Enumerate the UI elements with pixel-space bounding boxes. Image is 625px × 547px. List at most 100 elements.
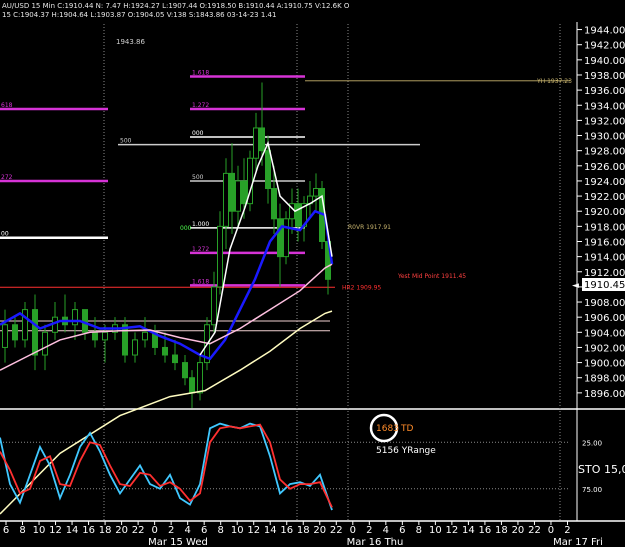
x-tick-label: 16 [280, 525, 293, 536]
x-tick-label: 12 [446, 525, 459, 536]
y-tick-label: 1934.00 [584, 101, 625, 112]
x-tick-label: 8 [217, 525, 223, 536]
fib-level-label: 1.618 [192, 69, 209, 76]
x-tick-label: 8 [416, 525, 422, 536]
x-tick-label: 14 [462, 525, 475, 536]
annotation-label: 000 [180, 225, 192, 232]
candle-body [102, 331, 108, 341]
candle-body [295, 203, 301, 227]
grid-layer [0, 22, 625, 522]
y-tick-label: 1928.00 [584, 147, 625, 158]
y-tick-label: 1896.00 [584, 389, 625, 400]
candle-body [217, 225, 223, 288]
annotation-label: HR2 1909.95 [342, 284, 381, 291]
x-tick-label: 20 [512, 525, 525, 536]
candle-body [313, 188, 319, 197]
sto-indicator-value: 15,0 [604, 463, 625, 476]
fib-level-label: 1.618 [192, 278, 209, 285]
sto-indicator-label: STO [578, 463, 601, 476]
top-price-label: 1943.86 [116, 38, 145, 46]
fib-level-label: 500 [120, 138, 132, 145]
candle-body [283, 218, 289, 258]
y-tick-label: 1944.00 [584, 26, 625, 37]
candle-body [22, 309, 28, 341]
candle-body [142, 331, 148, 341]
header-line-1: AU/USD 15 Min C:1910.44 N: 7.47 H:1924.2… [2, 2, 350, 10]
chart-window: 1.618 1.272 000 500 500 1.000 1.272 1.618 618 272… [0, 0, 625, 547]
yrange-label: 5156 YRange [376, 446, 436, 456]
y-tick-label: 1924.00 [584, 177, 625, 188]
fib-level-label: 500 [192, 174, 204, 181]
y-tick-label: 1902.00 [584, 343, 625, 354]
sto-tick-label: 75.00 [582, 486, 602, 494]
x-tick-label: 20 [115, 525, 128, 536]
annotation-label: YH 1937.23 [536, 78, 572, 85]
x-tick-label: 6 [399, 525, 405, 536]
x-tick-label: 8 [19, 525, 25, 536]
x-tick-label: 20 [313, 525, 326, 536]
x-tick-label: 18 [297, 525, 310, 536]
x-tick-label: 10 [429, 525, 442, 536]
x-tick-label: 4 [383, 525, 389, 536]
candle-body [42, 331, 48, 356]
candle-body [271, 188, 277, 220]
fib-level-label: 1.000 [192, 221, 209, 228]
y-tick-label: 1908.00 [584, 298, 625, 309]
y-tick-label: 1930.00 [584, 132, 625, 143]
x-tick-label: 22 [132, 525, 145, 536]
x-tick-label: 14 [66, 525, 79, 536]
x-tick-label: 6 [201, 525, 207, 536]
y-tick-label: 1920.00 [584, 207, 625, 218]
x-tick-label: 12 [49, 525, 62, 536]
candle-body [211, 286, 217, 326]
candle-body [253, 127, 259, 159]
candle-body [2, 324, 8, 348]
candle-body [229, 172, 235, 212]
x-tick-label: 2 [168, 525, 174, 536]
x-tick-label: 2 [366, 525, 372, 536]
fib-level-label: 1.272 [192, 102, 209, 109]
sto-tick-label: 25.00 [582, 439, 602, 447]
stochastic-panel[interactable] [0, 422, 333, 511]
candle-body [235, 180, 241, 212]
y-tick-label: 1906.00 [584, 313, 625, 324]
candle-body [182, 362, 188, 379]
header-line-2: 15 C:1904.37 H:1904.64 L:1903.87 O:1904.… [2, 11, 276, 19]
y-tick-label: 1922.00 [584, 192, 625, 203]
x-tick-label: 12 [247, 525, 260, 536]
x-tick-label: 22 [528, 525, 541, 536]
x-tick-label: 18 [99, 525, 112, 536]
x-day-label: Mar 16 Thu [347, 537, 404, 547]
x-tick-label: 6 [3, 525, 9, 536]
x-tick-label: 22 [330, 525, 343, 536]
candle-body [32, 309, 38, 356]
x-tick-label: 4 [184, 525, 190, 536]
x-tick-label: 14 [264, 525, 277, 536]
candle-body [241, 180, 247, 205]
left-level-label: 00 [1, 231, 9, 238]
annotation-label: R0VR 1917.91 [348, 224, 391, 231]
y-tick-label: 1932.00 [584, 116, 625, 127]
y-tick-label: 1926.00 [584, 162, 625, 173]
td-suffix: TD [400, 424, 413, 434]
y-tick-label: 1904.00 [584, 328, 625, 339]
stochastic-line [0, 422, 333, 511]
td-value: 1683 [376, 424, 399, 434]
y-tick-label: 1942.00 [584, 41, 625, 52]
chart-canvas[interactable]: 1.6181.2720005005001.0001.2721.618618272… [0, 0, 625, 547]
price-panel[interactable]: 1.618 1.272 000 500 500 1.000 1.272 1.618 618 272… [0, 69, 572, 515]
candle-body [162, 346, 168, 356]
candle-body [132, 339, 138, 356]
y-tick-label: 1898.00 [584, 374, 625, 385]
fib-level-label: 1.272 [192, 246, 209, 253]
y-tick-label: 1914.00 [584, 253, 625, 264]
x-tick-label: 16 [82, 525, 95, 536]
x-tick-label: 2 [564, 525, 570, 536]
x-tick-label: 16 [479, 525, 492, 536]
candle-body [72, 309, 78, 326]
y-tick-label: 1916.00 [584, 237, 625, 248]
axis-layer: 1896.00 1898.00 1900.00 1902.00 1904.00 1906.… [3, 26, 625, 547]
x-tick-label: 0 [548, 525, 554, 536]
annotation-label: Yest Mid Point 1911.45 [397, 273, 466, 280]
x-day-label: Mar 17 Fri [553, 537, 603, 547]
